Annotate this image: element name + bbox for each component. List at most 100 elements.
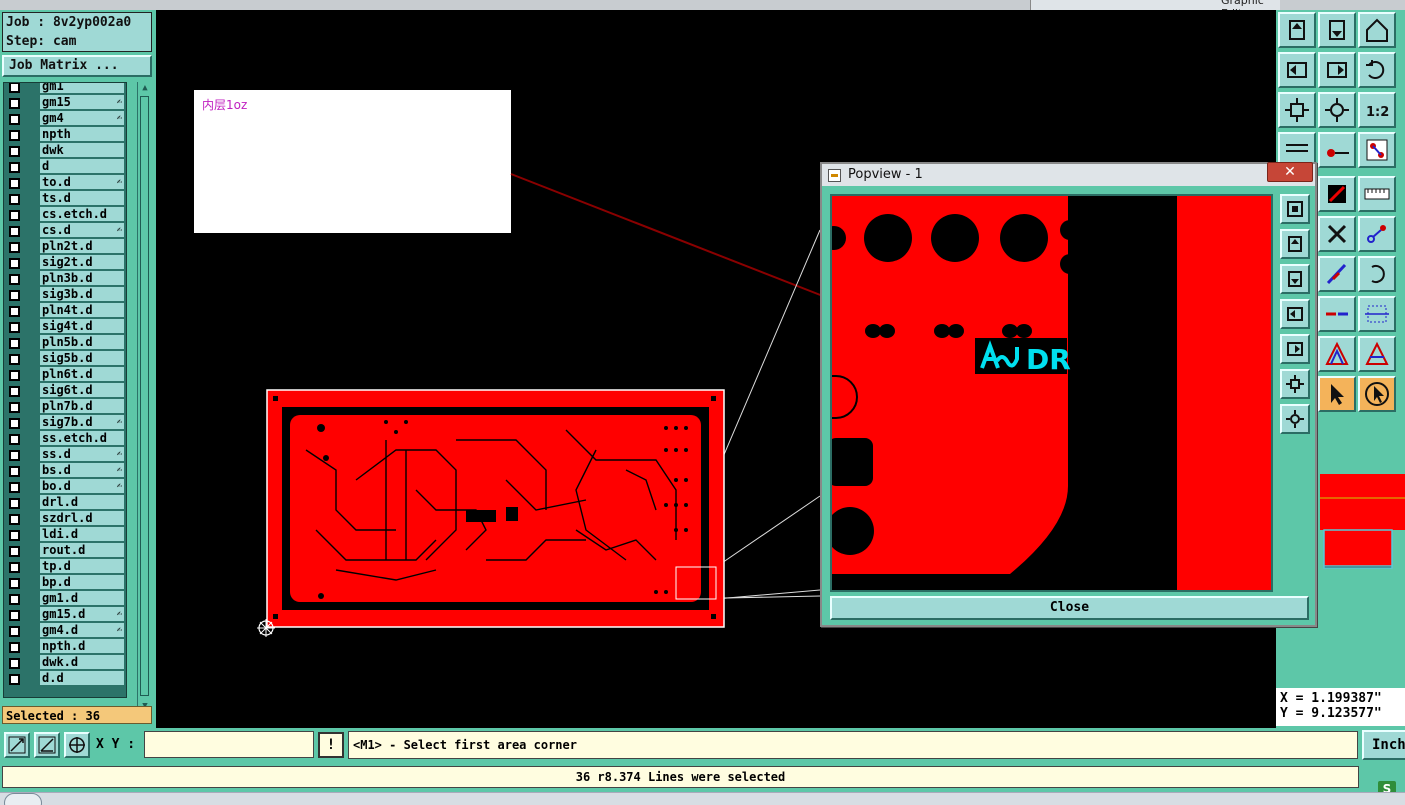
- layer-name[interactable]: sig7b.d ✍: [40, 415, 124, 430]
- layer-checkbox[interactable]: [9, 322, 20, 333]
- layer-checkbox[interactable]: [9, 530, 20, 541]
- layer-name[interactable]: dwk.d: [40, 655, 124, 670]
- layer-checkbox[interactable]: [9, 130, 20, 141]
- layer-row[interactable]: gm15 ✍: [4, 95, 126, 111]
- layer-name[interactable]: pln7b.d: [40, 399, 124, 414]
- layer-name[interactable]: sig5b.d: [40, 351, 124, 366]
- layer-checkbox[interactable]: [9, 610, 20, 621]
- layer-checkbox[interactable]: [9, 466, 20, 477]
- layer-row[interactable]: bs.d ✍: [4, 463, 126, 479]
- layer-row[interactable]: dwk: [4, 143, 126, 159]
- layer-row[interactable]: gm1.d: [4, 591, 126, 607]
- popview-titlebar[interactable]: Popview - 1 ✕: [822, 162, 1315, 186]
- layer-row[interactable]: sig5b.d: [4, 351, 126, 367]
- layer-row[interactable]: gm15.d ✍: [4, 607, 126, 623]
- layer-name[interactable]: ts.d: [40, 191, 124, 206]
- popview-close-button[interactable]: Close: [830, 596, 1309, 620]
- layer-name[interactable]: sig3b.d: [40, 287, 124, 302]
- layer-checkbox[interactable]: [9, 114, 20, 125]
- layer-row[interactable]: sig6t.d: [4, 383, 126, 399]
- layer-name[interactable]: sig2t.d: [40, 255, 124, 270]
- layer-row[interactable]: pln7b.d: [4, 399, 126, 415]
- layer-checkbox[interactable]: [9, 434, 20, 445]
- outline-button[interactable]: [1318, 336, 1356, 372]
- layer-row[interactable]: tp.d: [4, 559, 126, 575]
- layer-checkbox[interactable]: [9, 418, 20, 429]
- angle-snap-button[interactable]: [34, 732, 60, 758]
- layer-name[interactable]: rout.d: [40, 543, 124, 558]
- popview-pan-right-button[interactable]: [1280, 334, 1310, 364]
- split-line-button[interactable]: [1318, 296, 1356, 332]
- popview-pan-up-button[interactable]: [1280, 229, 1310, 259]
- layer-row[interactable]: ts.d: [4, 191, 126, 207]
- layer-row[interactable]: bo.d ✍: [4, 479, 126, 495]
- layer-name[interactable]: pln6t.d: [40, 367, 124, 382]
- pan-left-button[interactable]: [1278, 52, 1316, 88]
- layer-row[interactable]: sig4t.d: [4, 319, 126, 335]
- warning-button[interactable]: !: [318, 732, 344, 758]
- layer-name[interactable]: d.d: [40, 671, 124, 686]
- layer-checkbox[interactable]: [9, 146, 20, 157]
- pan-down-button[interactable]: [1318, 12, 1356, 48]
- layer-checkbox[interactable]: [9, 514, 20, 525]
- layer-name[interactable]: drl.d: [40, 495, 124, 510]
- layer-row[interactable]: gm4 ✍: [4, 111, 126, 127]
- layer-name[interactable]: npth.d: [40, 639, 124, 654]
- layer-checkbox[interactable]: [9, 242, 20, 253]
- scroll-thumb[interactable]: [140, 96, 149, 696]
- layer-name[interactable]: pln3b.d: [40, 271, 124, 286]
- layer-row[interactable]: pln4t.d: [4, 303, 126, 319]
- fill-button[interactable]: [1358, 336, 1396, 372]
- probe-button[interactable]: [1318, 132, 1356, 168]
- layer-row[interactable]: bp.d: [4, 575, 126, 591]
- undo-view-button[interactable]: [1358, 52, 1396, 88]
- layer-row[interactable]: ldi.d: [4, 527, 126, 543]
- layer-name[interactable]: ss.etch.d: [40, 431, 124, 446]
- layer-name[interactable]: sig6t.d: [40, 383, 124, 398]
- popview-canvas[interactable]: DR: [830, 194, 1273, 592]
- layer-scrollbar[interactable]: ▲ ▼: [137, 82, 151, 712]
- layer-name[interactable]: szdrl.d: [40, 511, 124, 526]
- layer-row[interactable]: cs.d ✍: [4, 223, 126, 239]
- layer-row[interactable]: cs.etch.d: [4, 207, 126, 223]
- layer-checkbox[interactable]: [9, 594, 20, 605]
- layer-name[interactable]: sig4t.d: [40, 319, 124, 334]
- layer-checkbox[interactable]: [9, 258, 20, 269]
- layer-checkbox[interactable]: [9, 546, 20, 557]
- xy-input[interactable]: [144, 731, 314, 758]
- layer-checkbox[interactable]: [9, 178, 20, 189]
- layer-checkbox[interactable]: [9, 194, 20, 205]
- start-button-icon[interactable]: [4, 793, 42, 805]
- layer-checkbox[interactable]: [9, 386, 20, 397]
- layer-name[interactable]: cs.etch.d: [40, 207, 124, 222]
- rotate-button[interactable]: [1358, 256, 1396, 292]
- layer-checkbox[interactable]: [9, 98, 20, 109]
- layer-name[interactable]: gm15.d ✍: [40, 607, 124, 622]
- layer-checkbox[interactable]: [9, 578, 20, 589]
- layer-row[interactable]: d.d: [4, 671, 126, 687]
- select-feature-button[interactable]: [1318, 176, 1356, 212]
- stretch-button[interactable]: [1358, 296, 1396, 332]
- layer-row[interactable]: pln6t.d: [4, 367, 126, 383]
- layer-name[interactable]: d: [40, 159, 124, 174]
- popview-zoom-in-button[interactable]: [1280, 369, 1310, 399]
- layer-row[interactable]: sig7b.d ✍: [4, 415, 126, 431]
- layer-checkbox[interactable]: [9, 450, 20, 461]
- popview-zoom-out-button[interactable]: [1280, 404, 1310, 434]
- zoom-fit-button[interactable]: [1278, 92, 1316, 128]
- layer-row[interactable]: szdrl.d: [4, 511, 126, 527]
- layer-checkbox[interactable]: [9, 354, 20, 365]
- layer-row[interactable]: ss.etch.d: [4, 431, 126, 447]
- layer-row[interactable]: pln2t.d: [4, 239, 126, 255]
- layer-checkbox[interactable]: [9, 83, 20, 93]
- layer-name[interactable]: bo.d ✍: [40, 479, 124, 494]
- layer-name[interactable]: pln2t.d: [40, 239, 124, 254]
- layer-row[interactable]: ss.d ✍: [4, 447, 126, 463]
- layer-name[interactable]: gm4 ✍: [40, 111, 124, 126]
- layer-name[interactable]: pln4t.d: [40, 303, 124, 318]
- layer-name[interactable]: cs.d ✍: [40, 223, 124, 238]
- move-feature-button[interactable]: [1358, 216, 1396, 252]
- layer-checkbox[interactable]: [9, 626, 20, 637]
- layer-name[interactable]: tp.d: [40, 559, 124, 574]
- layer-name[interactable]: ss.d ✍: [40, 447, 124, 462]
